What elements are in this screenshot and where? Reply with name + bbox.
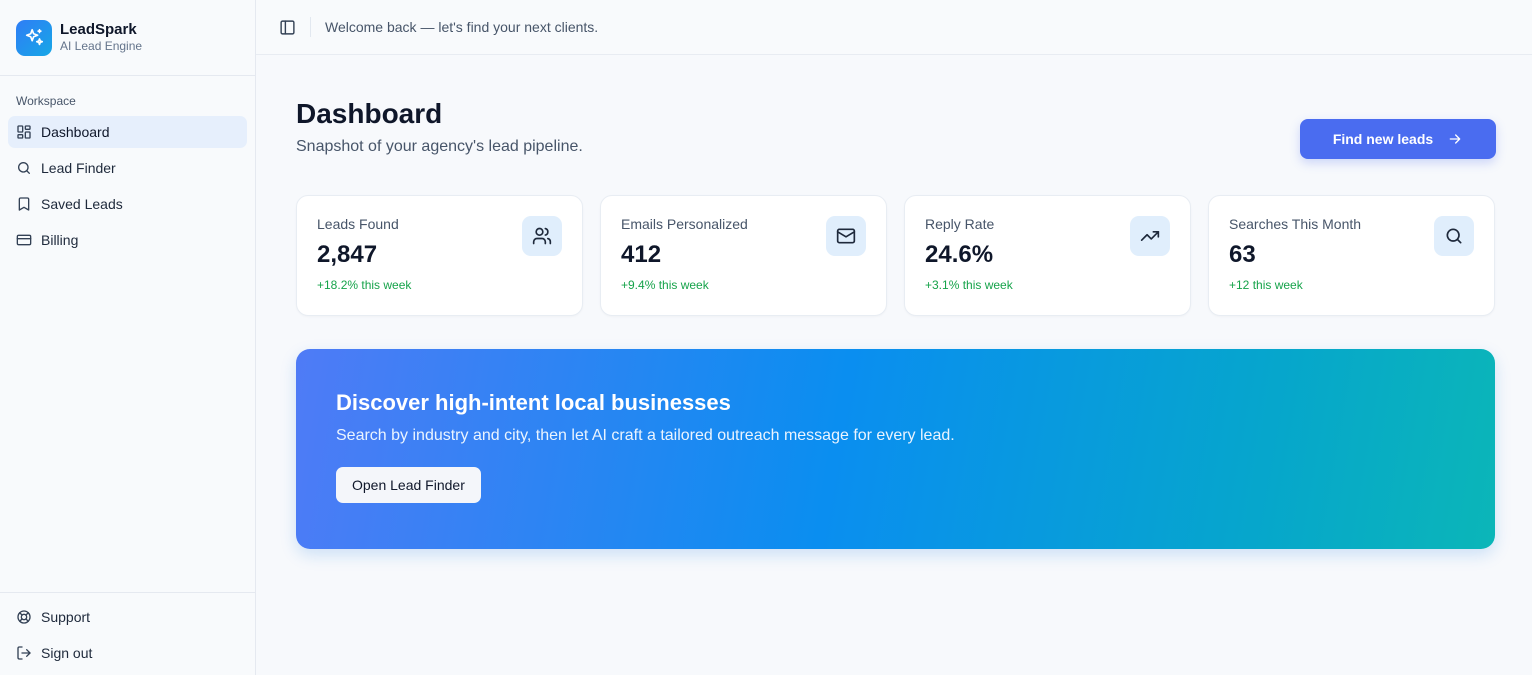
topbar: Welcome back — let's find your next clie…: [256, 0, 1532, 55]
lead-finder-promo-banner: Discover high-intent local businesses Se…: [296, 349, 1495, 549]
main-area: Welcome back — let's find your next clie…: [256, 0, 1532, 675]
sidebar-toggle-button[interactable]: [278, 18, 296, 36]
sidebar: LeadSpark AI Lead Engine Workspace Dashb…: [0, 0, 256, 675]
stat-card-leads-found: Leads Found 2,847 +18.2% this week: [296, 195, 583, 316]
search-icon: [18, 162, 30, 174]
sidebar-item-label: Saved Leads: [41, 196, 123, 212]
sidebar-item-sign-out[interactable]: Sign out: [8, 637, 247, 669]
section-label-workspace: Workspace: [16, 94, 76, 108]
arrow-right-icon: [1449, 134, 1461, 144]
panel-left-icon: [279, 19, 295, 35]
promo-subtitle: Search by industry and city, then let AI…: [336, 427, 955, 444]
stat-delta: +3.1% this week: [925, 278, 1013, 292]
mail-icon: [826, 216, 866, 256]
sidebar-footer: Support Sign out: [0, 592, 255, 675]
find-new-leads-label: Find new leads: [1332, 131, 1434, 147]
brand-subtitle: AI Lead Engine: [60, 39, 143, 53]
stat-card-reply-rate: Reply Rate 24.6% +3.1% this week: [904, 195, 1191, 316]
sidebar-item-dashboard[interactable]: Dashboard: [8, 116, 247, 148]
stat-card-searches-this-month: Searches This Month 63 +12 this week: [1208, 195, 1495, 316]
trending-up-icon: [1130, 216, 1170, 256]
stats-row: Leads Found 2,847 +18.2% this week Email…: [296, 195, 1496, 316]
topbar-divider: [310, 17, 311, 37]
stat-delta: +18.2% this week: [317, 278, 412, 292]
brand-name: LeadSpark: [60, 21, 137, 38]
stat-delta: +9.4% this week: [621, 278, 709, 292]
sidebar-nav: Dashboard Lead Finder Saved Leads Billin…: [0, 116, 255, 256]
page-title: Dashboard: [296, 98, 443, 129]
log-out-icon: [17, 646, 31, 660]
sidebar-item-label: Lead Finder: [41, 160, 116, 176]
sidebar-item-label: Sign out: [41, 645, 93, 661]
sidebar-item-label: Billing: [41, 232, 79, 248]
lifebuoy-icon: [17, 610, 31, 624]
stat-card-emails-personalized: Emails Personalized 412 +9.4% this week: [600, 195, 887, 316]
sidebar-item-lead-finder[interactable]: Lead Finder: [8, 152, 247, 184]
sidebar-item-saved-leads[interactable]: Saved Leads: [8, 188, 247, 220]
brand[interactable]: LeadSpark AI Lead Engine: [0, 0, 255, 76]
sidebar-item-billing[interactable]: Billing: [8, 224, 247, 256]
sparkles-icon: [16, 19, 52, 56]
find-new-leads-button[interactable]: Find new leads: [1300, 119, 1496, 159]
sidebar-item-label: Support: [41, 609, 91, 625]
search-icon: [1434, 216, 1474, 256]
open-lead-finder-button[interactable]: Open Lead Finder: [336, 467, 481, 503]
layout-grid-icon: [17, 125, 31, 139]
credit-card-icon: [16, 234, 32, 246]
dashboard-content: Dashboard Snapshot of your agency's lead…: [256, 55, 1532, 549]
users-icon: [522, 216, 562, 256]
bookmark-icon: [18, 197, 30, 211]
stat-delta: +12 this week: [1229, 278, 1303, 292]
promo-title: Discover high-intent local businesses: [336, 390, 731, 415]
page-subtitle: Snapshot of your agency's lead pipeline.: [296, 138, 583, 155]
welcome-message: Welcome back — let's find your next clie…: [325, 19, 599, 35]
sidebar-item-support[interactable]: Support: [8, 601, 247, 633]
page-header: Dashboard Snapshot of your agency's lead…: [296, 95, 1496, 159]
sidebar-item-label: Dashboard: [41, 124, 110, 140]
